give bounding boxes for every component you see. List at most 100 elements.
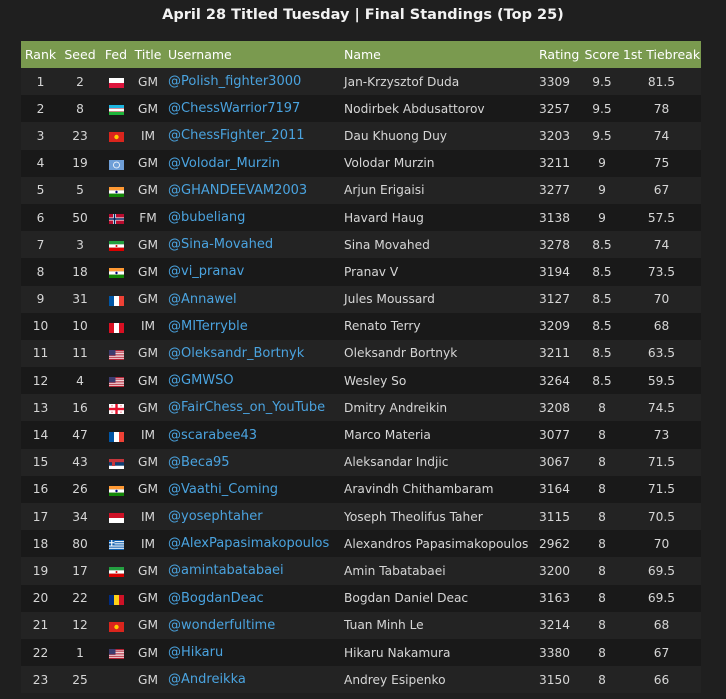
rating-cell: 3150 [539, 672, 571, 687]
header-rating: Rating [539, 47, 580, 62]
tiebreak-cell: 69.5 [647, 563, 676, 578]
title-cell: GM [138, 618, 158, 633]
player-name: Nodirbek Abdusattorov [344, 101, 485, 116]
username-link[interactable]: @ChessWarrior7197 [164, 95, 340, 122]
page-title: April 28 Titled Tuesday | Final Standing… [162, 7, 564, 23]
rank-cell: 13 [32, 400, 49, 415]
fed-cell [100, 204, 132, 231]
seed-cell: 1 [76, 645, 84, 660]
username-link[interactable]: @AlexPapasimakopoulos [164, 530, 340, 557]
username-link[interactable]: @Vaathi_Coming [164, 476, 340, 503]
score-cell: 8 [598, 536, 606, 551]
rating-cell: 3077 [539, 428, 571, 443]
player-name: Marco Materia [344, 428, 431, 443]
username-link[interactable]: @yosephtaher [164, 503, 340, 530]
username-link[interactable]: @amintabatabaei [164, 557, 340, 584]
rank-cell: 19 [32, 563, 49, 578]
score-cell: 8 [598, 509, 606, 524]
title-cell: GM [138, 292, 158, 307]
username-link[interactable]: @wonderfultime [164, 612, 340, 639]
header-tiebreak: 1st Tiebreak [622, 47, 701, 62]
rank-cell: 21 [32, 618, 49, 633]
title-cell: GM [138, 74, 158, 89]
score-cell: 8.5 [592, 319, 612, 334]
username-link[interactable]: @BogdanDeac [164, 585, 340, 612]
france-flag-icon [108, 295, 124, 306]
username-link[interactable]: @MITerryble [164, 313, 340, 340]
username-link[interactable]: @Andreikka [164, 666, 340, 693]
vietnam-flag-icon [108, 621, 124, 632]
player-name: Yoseph Theolifus Taher [344, 509, 483, 524]
player-name: Hikaru Nakamura [344, 645, 451, 660]
tiebreak-cell: 66 [653, 672, 670, 687]
player-name: Arjun Erigaisi [344, 183, 425, 198]
score-cell: 8.5 [592, 237, 612, 252]
usa-flag-icon [108, 376, 124, 388]
rank-cell: 22 [32, 645, 49, 660]
username-link[interactable]: @ChessFighter_2011 [164, 122, 340, 149]
rating-cell: 3163 [539, 591, 571, 606]
seed-cell: 3 [76, 237, 84, 252]
table-row: 9 31 GM @Annawel Jules Moussard 3127 8.5 70 [21, 285, 701, 313]
tiebreak-cell: 71.5 [647, 482, 676, 497]
username-link[interactable]: @GHANDEEVAM2003 [164, 177, 340, 204]
fed-cell [100, 394, 132, 421]
fed-cell [100, 530, 132, 557]
username-link[interactable]: @FairChess_on_YouTube [164, 394, 340, 421]
rank-cell: 8 [36, 264, 45, 279]
table-row: 14 47 IM @scarabee43 Marco Materia 3077 8 73 [21, 421, 701, 449]
player-name: Volodar Murzin [344, 156, 435, 171]
username-link[interactable]: @Beca95 [164, 449, 340, 476]
tiebreak-cell: 70.5 [647, 509, 676, 524]
score-cell: 8.5 [592, 346, 612, 361]
username-link[interactable]: @GMWSO [164, 367, 340, 394]
fed-cell [100, 340, 132, 367]
username-link[interactable]: @bubeliang [164, 204, 340, 231]
username-link[interactable]: @vi_pranav [164, 258, 340, 285]
table-row: 4 19 GM @Volodar_Murzin Volodar Murzin 3211 9 7… [21, 149, 701, 177]
username-link[interactable]: @Polish_fighter3000 [164, 68, 340, 95]
score-cell: 9.5 [592, 74, 612, 89]
seed-cell: 23 [72, 128, 88, 143]
seed-cell: 25 [72, 672, 88, 687]
india-flag-icon [108, 267, 124, 279]
player-name: Andrey Esipenko [344, 672, 446, 687]
table-row: 21 12 GM @wonderfultime Tuan Minh Le 3214 8 68 [21, 611, 701, 639]
score-cell: 8 [598, 455, 606, 470]
rating-cell: 3209 [539, 319, 571, 334]
rating-cell: 3211 [539, 156, 571, 171]
usa-flag-icon [108, 349, 124, 360]
rank-cell: 20 [32, 591, 49, 606]
title-cell: GM [138, 156, 158, 171]
table-row: 20 22 GM @BogdanDeac Bogdan Daniel Deac 3163 8… [21, 584, 701, 612]
title-cell: IM [140, 319, 156, 334]
player-name: Bogdan Daniel Deac [344, 591, 469, 606]
rank-cell: 4 [36, 156, 45, 171]
title-cell: IM [140, 128, 156, 143]
username-link[interactable]: @Volodar_Murzin [164, 150, 340, 177]
username-link[interactable]: @Sina-Movahed [164, 231, 340, 258]
title-cell: GM [138, 373, 158, 388]
header-seed: Seed [64, 47, 96, 62]
rating-cell: 2962 [539, 536, 571, 551]
seed-cell: 2 [76, 74, 84, 89]
fed-cell [100, 585, 132, 612]
score-cell: 8 [598, 428, 606, 443]
table-row: 11 11 GM @Oleksandr_Bortnyk Oleksandr Bortny… [21, 339, 701, 368]
username-link[interactable]: @Hikaru [164, 639, 340, 666]
tiebreak-cell: 68 [653, 319, 670, 334]
rating-cell: 3214 [539, 618, 571, 633]
title-cell: GM [138, 591, 158, 606]
tiebreak-cell: 78 [653, 101, 670, 116]
header-rank: Rank [24, 47, 57, 62]
table-body: 1 2 GM @Polish_fighter3000 Jan-Krzysztof Dud… [21, 68, 701, 694]
rank-cell: 5 [36, 183, 45, 198]
username-link[interactable]: @Oleksandr_Bortnyk [164, 340, 340, 367]
username-link[interactable]: @scarabee43 [164, 421, 340, 448]
title-cell: GM [138, 400, 158, 415]
rank-cell: 1 [36, 74, 45, 89]
username-link[interactable]: @Annawel [164, 286, 340, 313]
rating-cell: 3211 [539, 346, 571, 361]
rating-cell: 3203 [539, 128, 571, 143]
player-name: Oleksandr Bortnyk [344, 346, 458, 361]
